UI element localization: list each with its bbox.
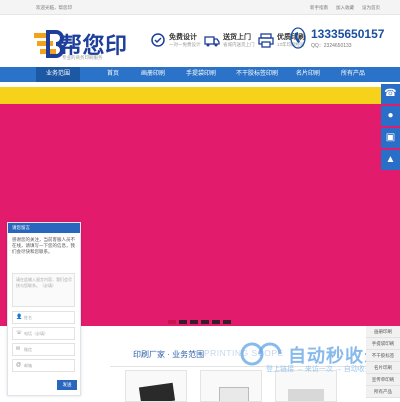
- chat-message-placeholder: 请在此输入留言内容，我们会尽快与您联系。（必填）: [16, 277, 72, 288]
- nav-card[interactable]: 名片印刷: [296, 67, 320, 82]
- feature-title: 送货上门: [223, 34, 251, 41]
- name-field[interactable]: 👤 姓名: [12, 311, 75, 324]
- watermark: 自动秒收录 登上链接 → 来访一次 → 自动收录: [236, 340, 382, 382]
- wechat-placeholder: 微信: [24, 347, 32, 352]
- chat-header-title: 请您留言: [12, 225, 30, 230]
- wechat-icon: ▣: [385, 132, 396, 143]
- qq-icon: ●: [387, 110, 394, 121]
- greeting-text: 欢迎光临，帮您印: [36, 5, 72, 10]
- wechat-field[interactable]: ✉ 微信: [12, 343, 75, 356]
- phone-number[interactable]: 13335650157: [311, 27, 384, 41]
- sidebar-list-item[interactable]: 所有产品: [366, 386, 400, 398]
- top-bar: 欢迎光临，帮您印 新手指南 加入收藏 设为首页: [0, 0, 400, 15]
- logo[interactable]: 帮您印 专业的商务印刷服务: [34, 28, 134, 68]
- nav-category[interactable]: 业务范围: [36, 67, 80, 82]
- sidebar-list-item[interactable]: 名片印刷: [366, 362, 400, 374]
- logo-slogan: 专业的商务印刷服务: [62, 55, 103, 60]
- phone-field[interactable]: ☏ 电话（必填）: [12, 327, 75, 340]
- design-icon: [151, 33, 165, 47]
- header: 帮您印 专业的商务印刷服务 免费设计 一对一免费设计 送货上门 省城内送货上门 …: [0, 15, 400, 67]
- nav-home[interactable]: 首页: [107, 67, 119, 82]
- qq-number: QQ：2324650133: [311, 43, 352, 49]
- sidebar-top-button[interactable]: ▲: [381, 150, 400, 170]
- feature-print: 优质印刷 13年印刷经验: [258, 31, 305, 53]
- guide-link[interactable]: 新手指南: [310, 5, 328, 11]
- sidebar-phone-button[interactable]: ☎: [381, 84, 400, 104]
- sidebar-list-item[interactable]: 手提袋印刷: [366, 338, 400, 350]
- phone-icon: [290, 27, 306, 49]
- chat-message-input[interactable]: 请在此输入留言内容，我们会尽快与您联系。（必填）: [12, 273, 75, 307]
- sidebar-list-item[interactable]: 画册印刷: [366, 326, 400, 338]
- wechat-icon: ✉: [16, 346, 21, 352]
- slider-dot[interactable]: [179, 320, 187, 324]
- name-placeholder: 姓名: [24, 315, 32, 320]
- nav-handbag[interactable]: 手提袋印刷: [186, 67, 216, 82]
- slider-dot[interactable]: [190, 320, 198, 324]
- sidebar-list-item[interactable]: 宣传单印刷: [366, 374, 400, 386]
- feature-subtitle: 一对一免费设计: [169, 42, 201, 47]
- feature-subtitle: 省城内送货上门: [223, 42, 255, 47]
- sidebar-list-item[interactable]: 不干胶标签: [366, 350, 400, 362]
- chat-header[interactable]: 请您留言: [8, 223, 80, 233]
- bookmark-link[interactable]: 加入收藏: [336, 5, 354, 11]
- sidebar-qq-button[interactable]: ●: [381, 106, 400, 126]
- slider-dot[interactable]: [212, 320, 220, 324]
- nav-all[interactable]: 所有产品: [341, 67, 365, 82]
- chat-widget: 请您留言 感谢您的关注，当前客服人员不在线，请填写一下您的信息，我们会尽快和您联…: [7, 222, 81, 396]
- nav-sticker[interactable]: 不干胶标签印刷: [236, 67, 278, 82]
- send-button[interactable]: 发送: [57, 380, 77, 390]
- phone-icon: ☎: [384, 88, 397, 99]
- banner-stripe: [0, 87, 400, 104]
- sidebar-wechat-button[interactable]: ▣: [381, 128, 400, 148]
- homepage-link[interactable]: 设为首页: [362, 5, 380, 11]
- contact-block: 13335650157 QQ：2324650133: [290, 27, 384, 57]
- feature-title: 免费设计: [169, 34, 197, 41]
- phone-icon: ☏: [16, 330, 23, 336]
- top-icon: ▲: [385, 154, 396, 165]
- slider-dot[interactable]: [201, 320, 209, 324]
- slider-dot[interactable]: [223, 320, 231, 324]
- main-nav: 业务范围 首页 画册印刷 手提袋印刷 不干胶标签印刷 名片印刷 所有产品: [0, 67, 400, 82]
- user-icon: 👤: [16, 314, 23, 320]
- slider-dot[interactable]: [168, 320, 176, 324]
- watermark-subtext: 登上链接 → 来访一次 → 自动收录: [266, 366, 372, 373]
- email-placeholder: 邮箱: [24, 363, 32, 368]
- email-field[interactable]: @ 邮箱: [12, 359, 75, 372]
- section-title: 印刷厂家 · 业务范围: [133, 350, 205, 359]
- email-icon: @: [16, 362, 22, 368]
- nav-album[interactable]: 画册印刷: [141, 67, 165, 82]
- product-thumb[interactable]: [125, 370, 187, 402]
- chat-offline-message: 感谢您的关注，当前客服人员不在线，请填写一下您的信息，我们会尽快和您联系。: [12, 237, 75, 254]
- delivery-icon: [204, 36, 220, 47]
- phone-placeholder: 电话（必填）: [24, 331, 48, 336]
- print-icon: [258, 33, 274, 48]
